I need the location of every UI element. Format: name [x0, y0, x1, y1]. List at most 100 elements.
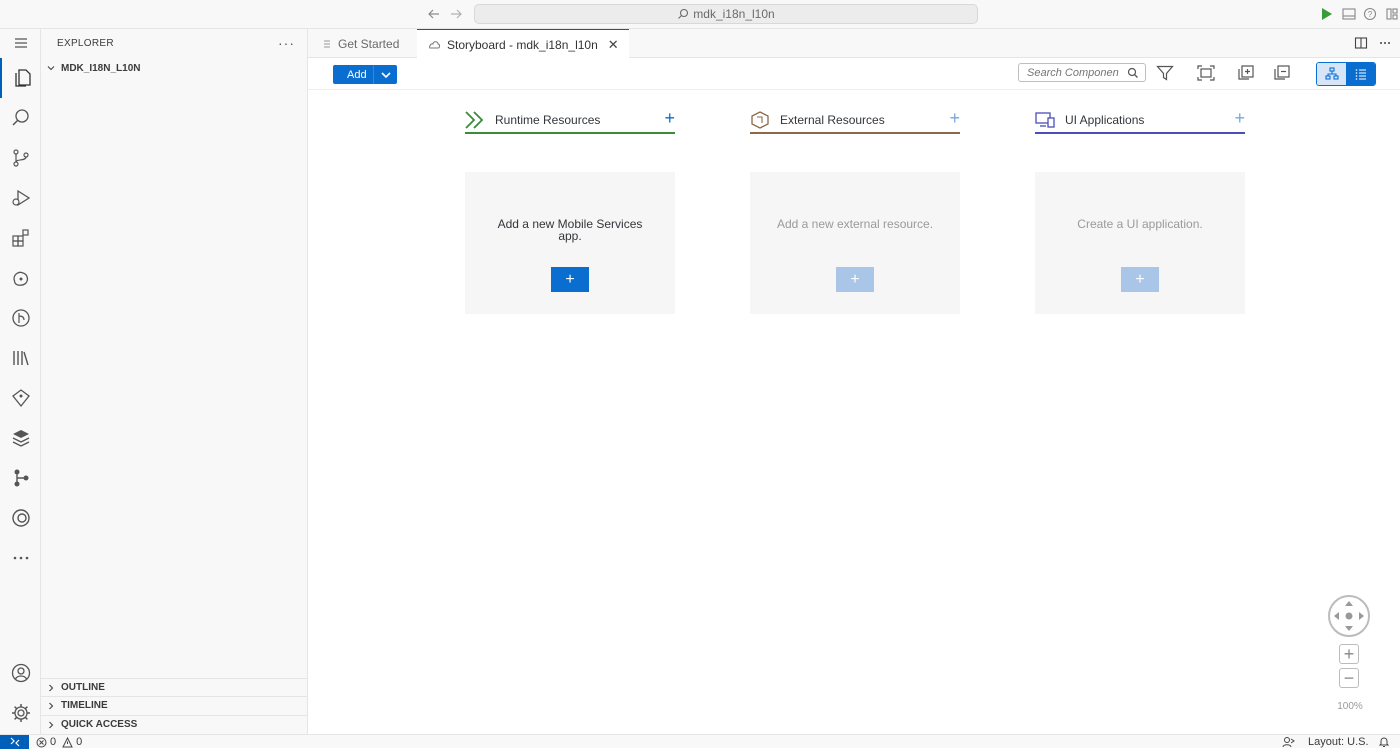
- problems-indicator[interactable]: 0 0: [36, 735, 82, 749]
- split-editor-icon[interactable]: [1354, 36, 1368, 50]
- editor-actions: [1354, 36, 1392, 50]
- section-timeline[interactable]: TIMELINE: [41, 696, 308, 714]
- search-icon[interactable]: [1127, 67, 1139, 79]
- external-resources-underline: [750, 132, 960, 134]
- runtime-resources-title: Runtime Resources: [495, 112, 601, 127]
- more-actions-icon[interactable]: [1378, 36, 1392, 50]
- close-icon[interactable]: ✕: [608, 37, 619, 53]
- add-external-resource-disabled-button[interactable]: +: [836, 267, 874, 292]
- back-arrow-icon[interactable]: [427, 6, 443, 22]
- document-icon: [322, 38, 332, 50]
- search-components-field[interactable]: [1018, 63, 1146, 82]
- sidebar-more-actions-button[interactable]: ···: [278, 35, 295, 51]
- status-bar: 0 0 Layout: U.S.: [0, 734, 1400, 749]
- ui-applications-card: Create a UI application. +: [1035, 172, 1245, 314]
- add-button-label: Add: [347, 68, 367, 81]
- live-share-icon[interactable]: [1282, 735, 1296, 749]
- external-resources-icon: [750, 110, 770, 129]
- section-quick-access[interactable]: QUICK ACCESS: [41, 715, 308, 733]
- external-resources-header: External Resources +: [750, 105, 960, 134]
- warning-count: 0: [76, 736, 83, 748]
- runtime-resources-underline: [465, 132, 675, 134]
- search-icon[interactable]: [0, 98, 41, 138]
- account-icon[interactable]: [0, 653, 41, 693]
- search-components-input[interactable]: [1027, 66, 1127, 79]
- runtime-resources-message: Add a new Mobile Services app.: [497, 217, 643, 243]
- zoom-out-button[interactable]: −: [1339, 668, 1359, 688]
- tab-label: Get Started: [338, 36, 400, 51]
- title-bar: mdk_i18n_l10n ?: [0, 0, 1400, 29]
- warning-icon: [62, 736, 73, 748]
- chevron-right-icon: [45, 682, 57, 694]
- list-view-icon[interactable]: [1346, 63, 1375, 85]
- runtime-resources-card: Add a new Mobile Services app. +: [465, 172, 675, 314]
- more-icon[interactable]: [0, 538, 41, 578]
- external-resources-title: External Resources: [780, 112, 885, 127]
- source-control-icon[interactable]: [0, 138, 41, 178]
- error-icon: [36, 737, 47, 748]
- tab-label: Storyboard - mdk_i18n_l10n: [447, 37, 598, 52]
- ui-applications-message: Create a UI application.: [1077, 217, 1203, 231]
- fit-to-screen-icon[interactable]: [1195, 63, 1217, 83]
- library-icon[interactable]: [0, 338, 41, 378]
- section-outline[interactable]: OUTLINE: [41, 678, 308, 696]
- filter-icon[interactable]: [1154, 63, 1176, 83]
- external-resources-card: Add a new external resource. +: [750, 172, 960, 314]
- explorer-icon[interactable]: [0, 58, 41, 98]
- forward-arrow-icon[interactable]: [449, 6, 465, 22]
- tab-storyboard[interactable]: Storyboard - mdk_i18n_l10n ✕: [417, 29, 629, 59]
- create-ui-application-disabled-button[interactable]: +: [1121, 267, 1159, 292]
- collapse-all-icon[interactable]: [1271, 63, 1293, 83]
- search-icon: [677, 8, 689, 20]
- layers-icon[interactable]: [0, 418, 41, 458]
- ui-applications-header: UI Applications +: [1035, 105, 1245, 134]
- run-debug-icon[interactable]: [0, 178, 41, 218]
- command-center-label: mdk_i18n_l10n: [693, 7, 775, 21]
- git-graph-icon[interactable]: [0, 298, 41, 338]
- zoom-in-button[interactable]: +: [1339, 644, 1359, 664]
- toggle-panel-icon[interactable]: [1341, 6, 1357, 22]
- tree-root-folder[interactable]: MDK_I18N_L10N: [41, 59, 308, 77]
- menu-icon[interactable]: [0, 29, 41, 57]
- remote-indicator-icon[interactable]: [0, 735, 29, 749]
- run-icon[interactable]: [1318, 6, 1334, 22]
- extensions-icon[interactable]: [0, 218, 41, 258]
- root-folder-label: MDK_I18N_L10N: [61, 62, 141, 74]
- notifications-bell-icon[interactable]: [1378, 735, 1390, 749]
- add-external-resource-button[interactable]: +: [949, 108, 960, 129]
- add-mobile-services-app-button[interactable]: +: [551, 267, 589, 292]
- copilot-icon[interactable]: [0, 498, 41, 538]
- chevron-right-icon: [45, 700, 57, 712]
- add-dropdown-button[interactable]: Add: [333, 65, 397, 84]
- chevron-down-icon: [45, 62, 57, 74]
- add-runtime-resource-button[interactable]: +: [664, 108, 675, 129]
- help-icon[interactable]: ?: [1362, 6, 1378, 22]
- sap-cloud-icon[interactable]: [0, 258, 41, 298]
- storyboard-toolbar: Add: [308, 58, 1400, 90]
- sidebar-title: EXPLORER: [57, 38, 114, 49]
- svg-text:?: ?: [1368, 10, 1373, 19]
- section-quick-access-label: QUICK ACCESS: [61, 719, 138, 730]
- cloud-icon: [427, 39, 441, 51]
- branch-icon[interactable]: [0, 458, 41, 498]
- manage-gear-icon[interactable]: [0, 693, 41, 733]
- activity-bar: [0, 29, 41, 734]
- tab-get-started[interactable]: Get Started: [312, 29, 409, 58]
- runtime-resources-icon: [465, 110, 485, 129]
- editor-tabs-bar: Get Started Storyboard - mdk_i18n_l10n ✕: [308, 29, 1400, 59]
- add-ui-application-button[interactable]: +: [1234, 108, 1245, 129]
- zoom-level-label: 100%: [1337, 701, 1363, 712]
- diagram-view-icon[interactable]: [1317, 63, 1346, 85]
- gem-icon[interactable]: [0, 378, 41, 418]
- command-center[interactable]: mdk_i18n_l10n: [474, 4, 978, 24]
- view-mode-toggle: [1316, 62, 1376, 86]
- chevron-down-icon: [373, 65, 397, 84]
- ui-applications-underline: [1035, 132, 1245, 134]
- section-outline-label: OUTLINE: [61, 682, 105, 693]
- pan-control[interactable]: [1328, 595, 1370, 637]
- ui-applications-title: UI Applications: [1065, 112, 1145, 127]
- customize-layout-icon[interactable]: [1384, 6, 1400, 22]
- expand-all-icon[interactable]: [1235, 63, 1257, 83]
- explorer-sidebar: EXPLORER ··· MDK_I18N_L10N OUTLINE TIMEL…: [41, 29, 308, 734]
- keyboard-layout-indicator[interactable]: Layout: U.S.: [1308, 735, 1369, 749]
